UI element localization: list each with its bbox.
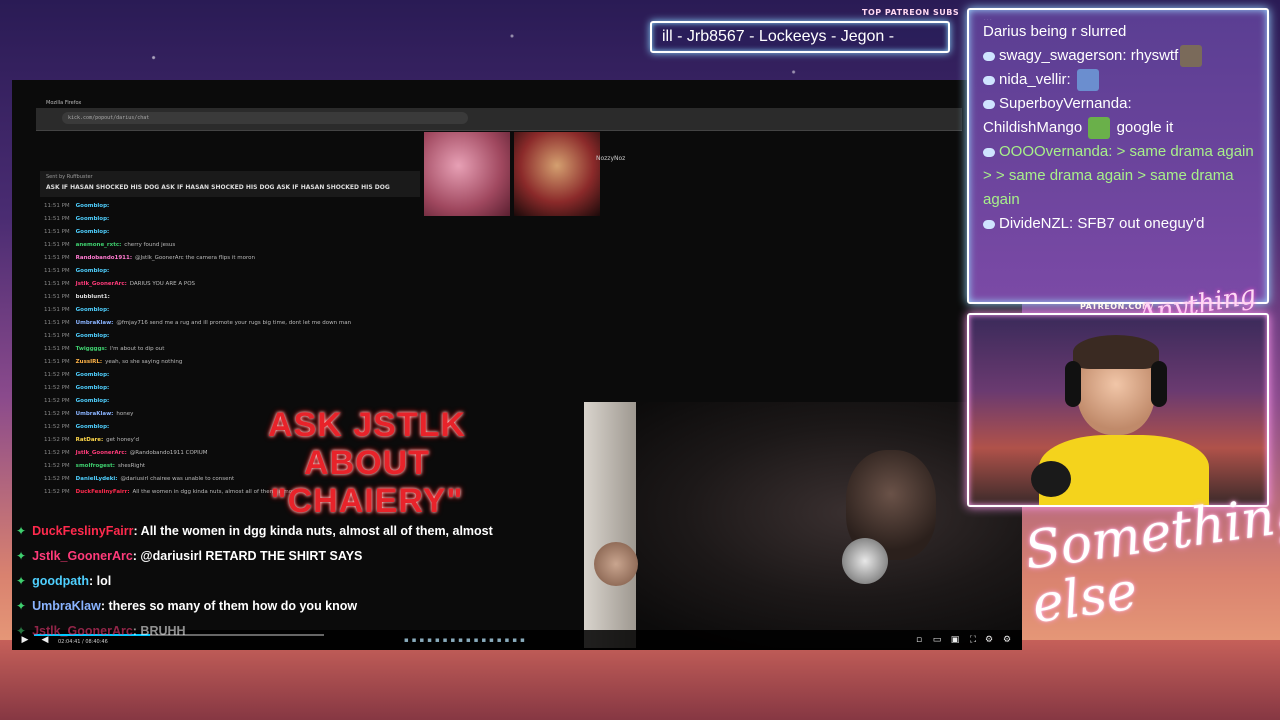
- chat-line: 11:51 PM Randobando1911: @Jstlk_GoonerArc …: [44, 255, 255, 261]
- chat-line: 11:51 PM bubblunt1:: [44, 294, 110, 300]
- background-ground: [0, 640, 1280, 720]
- overlay-chat-line: ✦ UmbraKlaw: theres so many of them how d…: [16, 599, 358, 613]
- clip-icon[interactable]: ▫: [914, 635, 924, 645]
- right-chat-messages: ... Darius being r slurred swagy_swagers…: [983, 10, 1255, 236]
- badge-icon: [983, 75, 995, 85]
- badge-icon: ✦: [16, 574, 27, 588]
- overlay-chat-line: ✦ Jstlk_GoonerArc: @dariusirl RETARD THE …: [16, 549, 363, 563]
- ask-line-1: ASK JSTLK: [268, 406, 466, 444]
- ask-jstlk-overlay-text: ASK JSTLK ABOUT "CHAIERY": [262, 406, 472, 520]
- badge-icon: [983, 147, 995, 157]
- emote-icon: [1076, 69, 1099, 92]
- pip-icon[interactable]: ▣: [950, 635, 960, 645]
- microphone: [842, 538, 888, 584]
- right-chat-panel: ... Darius being r slurred swagy_swagers…: [967, 8, 1269, 304]
- right-chat-line: DivideNZL: SFB7 out oneguy'd: [983, 212, 1255, 236]
- chat-line: 11:51 PM Goomblop:: [44, 333, 110, 339]
- viewer-name-label: NozzyNoz: [596, 155, 626, 162]
- overlay-chat-line: ✦ Jstlk_GoonerArc: BRUHH: [16, 624, 186, 638]
- browser-tab-title[interactable]: Mozilla Firefox: [46, 100, 81, 106]
- top-patreon-subs-label: TOP PATREON SUBS: [862, 8, 960, 17]
- badge-icon: ✦: [16, 624, 27, 638]
- patreon-subs-text: ill - Jrb8567 - Lockeeys - Jegon -: [662, 28, 895, 45]
- chat-line: 11:51 PM anemone_rxtc: cherry found jesus: [44, 242, 176, 248]
- badge-icon: ✦: [16, 524, 27, 538]
- badge-icon: [983, 99, 995, 109]
- overlay-chat-line: ✦ goodpath: lol: [16, 574, 112, 588]
- more-icon[interactable]: ⚙: [1002, 635, 1012, 645]
- chat-line: 11:51 PM Jstlk_GoonerArc: DARIUS YOU ARE A…: [44, 281, 196, 287]
- theater-icon[interactable]: ▭: [932, 635, 942, 645]
- right-chat-line: SuperboyVernanda: ChildishMango google it: [983, 92, 1255, 140]
- emote-icon: [1088, 117, 1111, 140]
- fullscreen-icon[interactable]: ⛶: [968, 635, 978, 645]
- chat-line: 11:51 PM Goomblop:: [44, 307, 110, 313]
- patreon-subs-ticker: ill - Jrb8567 - Lockeeys - Jegon -: [650, 21, 950, 53]
- badge-icon: [983, 219, 995, 229]
- headphones-icon: [1065, 361, 1081, 407]
- badge-icon: [983, 51, 995, 61]
- ask-line-2: ABOUT: [304, 444, 430, 482]
- microphone: [1031, 461, 1071, 497]
- right-chat-line: > > same drama again > same drama again: [983, 167, 1234, 208]
- chat-line: 11:51 PM Twiggggs: I'm about to dip out: [44, 346, 165, 352]
- chat-line: 11:52 PM Goomblop:: [44, 385, 110, 391]
- camera-object: [594, 542, 638, 586]
- right-chat-line: nida_vellir:: [983, 68, 1255, 92]
- chat-line: 11:52 PM Goomblop:: [44, 372, 110, 378]
- right-chat-line: OOOOvernanda: > same drama again: [983, 140, 1255, 164]
- ask-line-3: "CHAIERY": [270, 482, 464, 520]
- emote-icon: [1180, 45, 1203, 68]
- streamer-webcam: [967, 313, 1269, 507]
- camera-door: [584, 402, 636, 648]
- overlay-chat-line: ✦ DuckFeslinyFairr: All the women in dgg …: [16, 524, 493, 538]
- chat-line: 11:51 PM UmbraKlaw: @fmjay716 send me a ru…: [44, 320, 352, 326]
- chat-line: 11:51 PM Goomblop:: [44, 203, 110, 209]
- badge-icon: ✦: [16, 549, 27, 563]
- settings-icon[interactable]: ⚙: [984, 635, 994, 645]
- chat-line: 11:51 PM ZussIRL: yeah, so she saying noth…: [44, 359, 183, 365]
- headphones-icon: [1151, 361, 1167, 407]
- chat-line: 11:51 PM Goomblop:: [44, 229, 110, 235]
- badge-icon: ✦: [16, 599, 27, 613]
- webcam-hair: [1073, 335, 1159, 369]
- pinned-sender: Sent by Ruffbuster: [46, 174, 93, 180]
- pinned-text: ASK IF HASAN SHOCKED HIS DOG ASK IF HASA…: [46, 184, 390, 191]
- right-chat-line: swagy_swagerson: rhyswtf: [983, 44, 1255, 68]
- address-bar[interactable]: kick.com/popout/darius/chat: [62, 112, 468, 124]
- brand-logo: Something else: [1021, 482, 1280, 636]
- stream-camera-feed: [584, 402, 1022, 648]
- overlay-chat: ✦ DuckFeslinyFairr: All the women in dgg …: [12, 519, 584, 644]
- right-chat-line: Darius being r slurred: [983, 23, 1127, 40]
- chat-line: 11:51 PM Goomblop:: [44, 216, 110, 222]
- browser-toolbar: Mozilla Firefox kick.com/popout/darius/c…: [36, 100, 962, 131]
- pinned-message-banner: Sent by Ruffbuster ASK IF HASAN SHOCKED …: [40, 171, 420, 197]
- chat-line: 11:51 PM Goomblop:: [44, 268, 110, 274]
